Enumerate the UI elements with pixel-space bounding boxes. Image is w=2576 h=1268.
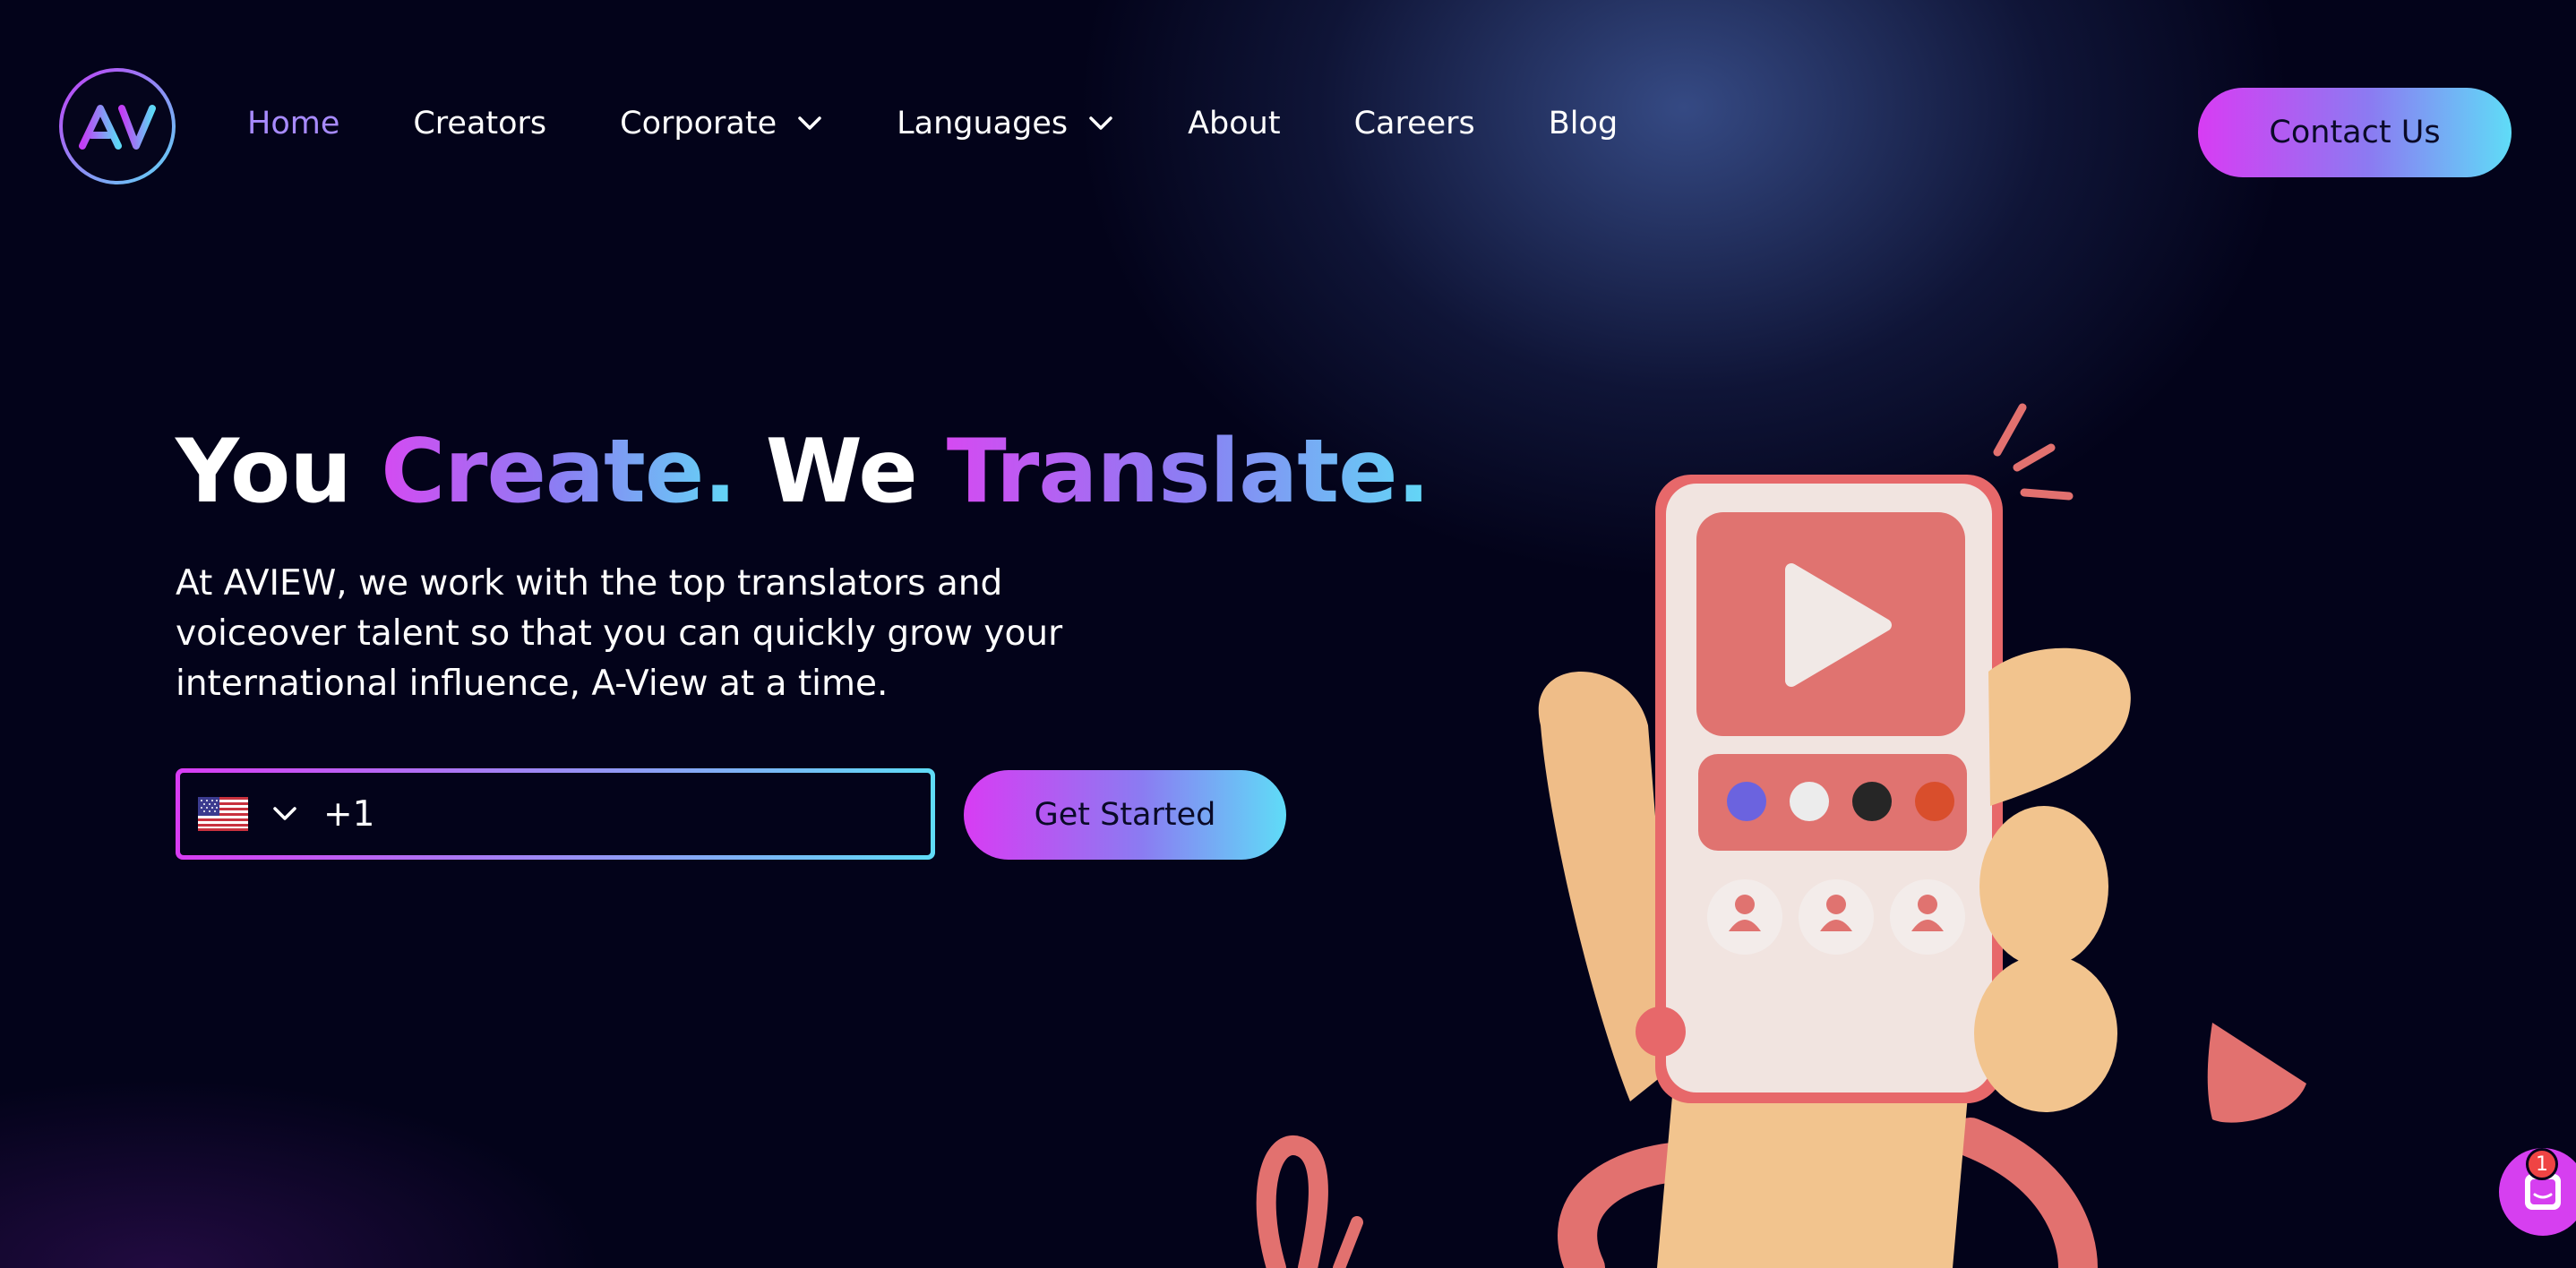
sparkle-lines (1993, 403, 2074, 501)
nav-home-label: Home (247, 106, 340, 141)
fingers (1974, 647, 2131, 1112)
dot-purple (1727, 782, 1766, 821)
chevron-down-icon (798, 116, 821, 130)
phone-input[interactable] (323, 778, 931, 850)
dot-white (1790, 782, 1829, 821)
phone-side-button (1636, 1007, 1686, 1057)
contact-us-button[interactable]: Contact Us (2198, 88, 2512, 177)
get-started-label: Get Started (1034, 797, 1216, 833)
phone-number-field (176, 768, 935, 860)
headline-create: Create. (381, 421, 736, 523)
nav-blog[interactable]: Blog (1549, 106, 1618, 141)
main-nav: Home Creators Corporate Languages About … (247, 106, 1691, 141)
hero-headline: You Create. We Translate. (176, 421, 1430, 523)
ribbon-loop-right (1951, 1118, 2098, 1268)
us-flag-icon (198, 797, 248, 831)
contact-us-label: Contact Us (2269, 115, 2441, 150)
cone-shape (2207, 1023, 2306, 1123)
nav-creators[interactable]: Creators (413, 106, 546, 141)
nav-about-label: About (1188, 106, 1281, 141)
nav-blog-label: Blog (1548, 106, 1619, 141)
ribbon-tail (1333, 1216, 1363, 1268)
chevron-down-icon (1089, 116, 1112, 130)
aview-logo-mark (79, 105, 156, 150)
country-selector[interactable] (198, 797, 298, 831)
avatar-row (1707, 879, 1965, 955)
nav-about[interactable]: About (1188, 106, 1280, 141)
chat-notification-badge: 1 (2526, 1148, 2558, 1180)
dot-red (1915, 782, 1954, 821)
hero-description: At AVIEW, we work with the top translato… (176, 563, 1063, 704)
aview-logo[interactable] (59, 68, 176, 184)
nav-corporate-label: Corporate (620, 106, 777, 141)
phone-in-hand-illustration (1256, 403, 2306, 1268)
nav-languages[interactable]: Languages (897, 106, 1114, 141)
chevron-down-icon (273, 807, 296, 820)
nav-creators-label: Creators (413, 106, 547, 141)
ribbon-swirl-left (1256, 1135, 1328, 1268)
dot-black (1852, 782, 1892, 821)
nav-home[interactable]: Home (247, 106, 339, 141)
nav-corporate[interactable]: Corporate (620, 106, 823, 141)
headline-part-1: You (176, 421, 382, 523)
headline-part-3: We (735, 421, 947, 523)
nav-careers[interactable]: Careers (1354, 106, 1475, 141)
nav-languages-label: Languages (897, 106, 1069, 141)
get-started-button[interactable]: Get Started (964, 770, 1286, 860)
nav-careers-label: Careers (1353, 106, 1475, 141)
